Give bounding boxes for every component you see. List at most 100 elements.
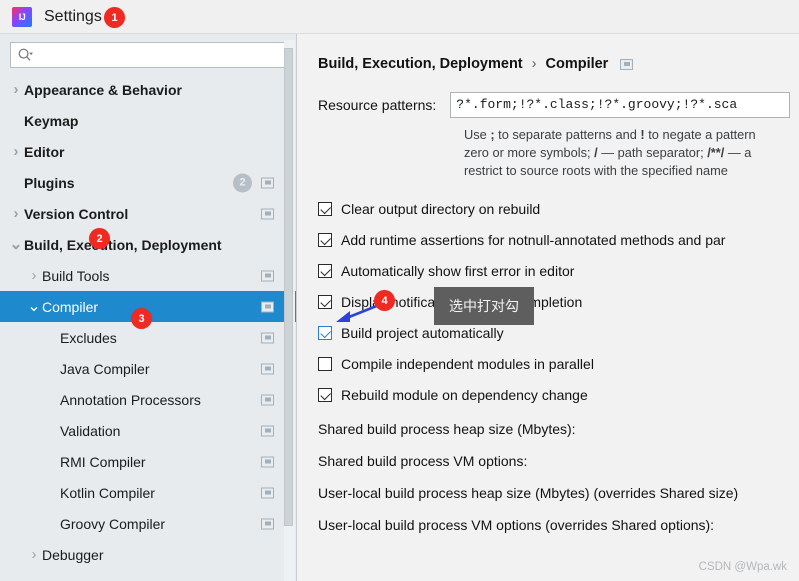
breadcrumb: Build, Execution, Deployment › Compiler xyxy=(298,34,799,72)
module-settings-icon[interactable] xyxy=(261,208,274,219)
annotation-marker-3: 3 xyxy=(131,308,152,329)
annotation-marker-1: 1 xyxy=(104,7,125,28)
sidebar-item-label: Plugins xyxy=(24,174,75,191)
settings-sidebar: ›Appearance & Behavior›Keymap›Editor›Plu… xyxy=(0,34,297,581)
hint-line-3: restrict to source roots with the specif… xyxy=(464,163,728,178)
checkbox-row[interactable]: Rebuild module on dependency change xyxy=(318,382,799,408)
sidebar-item-label: Build Tools xyxy=(42,267,110,284)
checkbox-rebuild-module-on-dependency-change[interactable] xyxy=(318,388,332,402)
sidebar-item-label: Editor xyxy=(24,143,65,160)
breadcrumb-root[interactable]: Build, Execution, Deployment xyxy=(318,56,523,72)
breadcrumb-separator-icon: › xyxy=(531,56,537,72)
checkbox-label: Automatically show first error in editor xyxy=(341,263,575,279)
watermark: CSDN @Wpa.wk xyxy=(698,561,787,573)
annotation-tooltip: 选中打对勾 xyxy=(434,287,534,325)
intellij-idea-logo-icon: IJ xyxy=(12,6,32,27)
sidebar-item-java-compiler[interactable]: ›Java Compiler xyxy=(0,353,296,384)
sidebar-item-label: Kotlin Compiler xyxy=(60,484,155,501)
module-settings-icon[interactable] xyxy=(261,363,274,374)
checkbox-add-runtime-assertions-for-notnull-annotated-methods-and-par[interactable] xyxy=(318,233,332,247)
annotation-marker-2: 2 xyxy=(89,228,110,249)
search-container xyxy=(0,34,296,74)
sidebar-item-label: Version Control xyxy=(24,205,129,222)
sidebar-item-label: Validation xyxy=(60,422,121,439)
module-settings-icon[interactable] xyxy=(261,301,274,312)
sidebar-item-validation[interactable]: ›Validation xyxy=(0,415,296,446)
sidebar-item-debugger[interactable]: › Debugger xyxy=(0,539,296,570)
checkbox-automatically-show-first-error-in-editor[interactable] xyxy=(318,264,332,278)
sidebar-item-appearance-behavior[interactable]: › Appearance & Behavior xyxy=(0,74,296,105)
sidebar-item-label: Groovy Compiler xyxy=(60,515,166,532)
resource-patterns-row: Resource patterns: ?*.form;!?*.class;!?*… xyxy=(298,72,799,118)
window-title: Settings xyxy=(44,7,102,25)
compiler-options-checkbox-group: Clear output directory on rebuild Add run… xyxy=(298,180,799,408)
checkbox-row[interactable]: Build project automatically xyxy=(318,320,799,346)
search-input[interactable] xyxy=(35,48,279,62)
module-settings-icon[interactable] xyxy=(261,518,274,529)
chevron-right-icon[interactable]: › xyxy=(26,546,42,563)
resource-patterns-hint: Use ; to separate patterns and ! to nega… xyxy=(298,118,799,180)
checkbox-display-notification-on-build-completion[interactable] xyxy=(318,295,332,309)
checkbox-compile-independent-modules-in-parallel[interactable] xyxy=(318,357,332,371)
sidebar-item-build-tools[interactable]: › Build Tools xyxy=(0,260,296,291)
checkbox-label: Clear output directory on rebuild xyxy=(341,201,541,217)
chevron-down-icon[interactable]: ⌄ xyxy=(26,298,42,314)
search-box[interactable] xyxy=(10,42,286,68)
search-icon xyxy=(18,48,33,61)
sidebar-item-label: Debugger xyxy=(42,546,104,563)
checkbox-clear-output-directory-on-rebuild[interactable] xyxy=(318,202,332,216)
module-settings-icon[interactable] xyxy=(620,58,634,70)
sidebar-item-keymap[interactable]: ›Keymap xyxy=(0,105,296,136)
module-settings-icon[interactable] xyxy=(261,487,274,498)
chevron-down-icon[interactable]: ⌄ xyxy=(8,236,24,252)
breadcrumb-leaf: Compiler xyxy=(545,56,609,72)
settings-window: IJ Settings 1 2 3 4 › Appearance & Behavi… xyxy=(0,0,799,581)
checkbox-row[interactable]: Automatically show first error in editor xyxy=(318,258,799,284)
module-settings-icon[interactable] xyxy=(261,270,274,281)
sidebar-item-annotation-processors[interactable]: ›Annotation Processors xyxy=(0,384,296,415)
compiler-field-labels: Shared build process heap size (Mbytes):… xyxy=(298,413,799,541)
sidebar-item-label: Excludes xyxy=(60,329,117,346)
module-settings-icon[interactable] xyxy=(261,177,274,188)
chevron-right-icon[interactable]: › xyxy=(8,205,24,222)
field-label: User-local build process heap size (Mbyt… xyxy=(318,485,739,501)
annotation-marker-4: 4 xyxy=(374,290,395,311)
checkbox-label: Add runtime assertions for notnull-annot… xyxy=(341,232,726,248)
checkbox-build-project-automatically[interactable] xyxy=(318,326,332,340)
logo-text: IJ xyxy=(18,11,26,22)
sidebar-item-groovy-compiler[interactable]: ›Groovy Compiler xyxy=(0,508,296,539)
checkbox-row[interactable]: Clear output directory on rebuild xyxy=(318,196,799,222)
sidebar-item-label: Compiler xyxy=(42,298,99,315)
sidebar-item-kotlin-compiler[interactable]: ›Kotlin Compiler xyxy=(0,477,296,508)
annotation-tooltip-text: 选中打对勾 xyxy=(449,299,519,315)
chevron-right-icon[interactable]: › xyxy=(8,81,24,98)
module-settings-icon[interactable] xyxy=(261,394,274,405)
field-label: Shared build process VM options: xyxy=(318,453,528,469)
sidebar-item-label: Java Compiler xyxy=(60,360,150,377)
field-label: Shared build process heap size (Mbytes): xyxy=(318,421,576,437)
sidebar-item-version-control[interactable]: › Version Control xyxy=(0,198,296,229)
sidebar-item-editor[interactable]: › Editor xyxy=(0,136,296,167)
resource-patterns-input[interactable]: ?*.form;!?*.class;!?*.groovy;!?*.sca xyxy=(450,92,791,118)
sidebar-item-label: RMI Compiler xyxy=(60,453,146,470)
module-settings-icon[interactable] xyxy=(261,456,274,467)
sidebar-item-plugins[interactable]: ›Plugins2 xyxy=(0,167,296,198)
chevron-right-icon[interactable]: › xyxy=(8,143,24,160)
module-settings-icon[interactable] xyxy=(261,425,274,436)
module-settings-icon[interactable] xyxy=(261,332,274,343)
sidebar-item-label: Appearance & Behavior xyxy=(24,81,182,98)
checkbox-label: Rebuild module on dependency change xyxy=(341,387,588,403)
sidebar-item-build-execution-deployment[interactable]: ⌄ Build, Execution, Deployment xyxy=(0,229,296,260)
chevron-right-icon[interactable]: › xyxy=(26,267,42,284)
checkbox-row[interactable]: Compile independent modules in parallel xyxy=(318,351,799,377)
resource-patterns-label: Resource patterns: xyxy=(318,97,437,113)
checkbox-row[interactable]: Add runtime assertions for notnull-annot… xyxy=(318,227,799,253)
hint-line-1: Use ; to separate patterns and ! to nega… xyxy=(464,127,756,142)
checkbox-label: Build project automatically xyxy=(341,325,504,341)
field-label: User-local build process VM options (ove… xyxy=(318,517,715,533)
sidebar-scrollbar-thumb[interactable] xyxy=(284,48,293,526)
sidebar-item-rmi-compiler[interactable]: ›RMI Compiler xyxy=(0,446,296,477)
checkbox-label: Compile independent modules in parallel xyxy=(341,356,594,372)
sidebar-item-label: Keymap xyxy=(24,112,79,129)
sidebar-scrollbar-track[interactable] xyxy=(284,40,295,581)
